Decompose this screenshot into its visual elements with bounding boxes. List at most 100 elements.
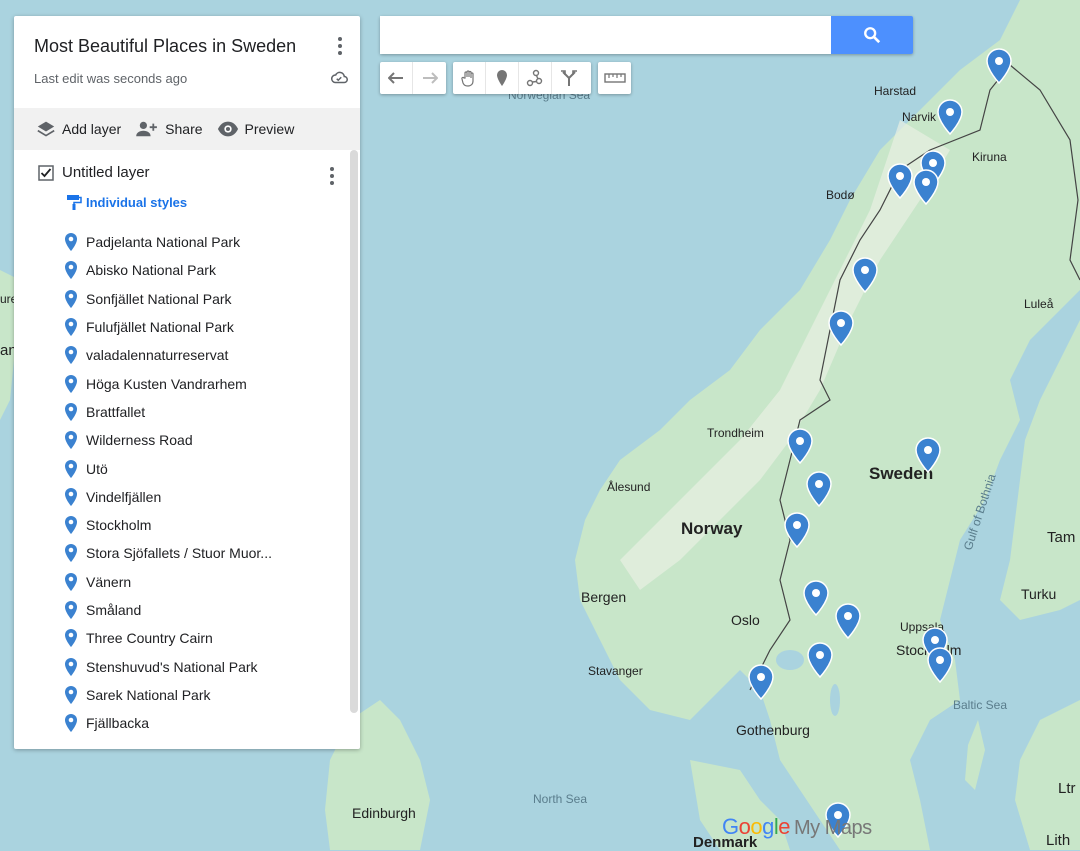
place-list-item[interactable]: Vänern <box>64 568 272 596</box>
preview-button[interactable]: Preview <box>217 121 294 137</box>
add-layer-button[interactable]: Add layer <box>36 120 121 138</box>
place-marker-icon <box>65 289 77 308</box>
map-title[interactable]: Most Beautiful Places in Sweden <box>34 36 340 57</box>
place-name: Sonfjället National Park <box>86 290 232 307</box>
place-list-item[interactable]: Brattfallet <box>64 398 272 426</box>
lake-vanern <box>776 650 804 670</box>
add-marker-button[interactable] <box>486 62 519 94</box>
undo-button[interactable] <box>380 62 413 94</box>
pan-tool-button[interactable] <box>453 62 486 94</box>
individual-styles-link[interactable]: Individual styles <box>66 194 187 210</box>
place-list-item[interactable]: Stenshuvud's National Park <box>64 652 272 680</box>
place-name: Wilderness Road <box>86 432 193 449</box>
place-list-item[interactable]: Stora Sjöfallets / Stuor Muor... <box>64 539 272 567</box>
place-name: Sarek National Park <box>86 686 211 703</box>
map-options-menu-icon[interactable] <box>330 34 350 58</box>
google-wordmark-letter: o <box>750 814 763 839</box>
google-wordmark: Google <box>722 814 791 839</box>
search-input[interactable] <box>380 16 831 54</box>
draw-line-button[interactable] <box>519 62 552 94</box>
map-pin[interactable] <box>852 257 878 294</box>
label-turku: Turku <box>1021 586 1057 602</box>
place-list-item[interactable]: Sonfjället National Park <box>64 285 272 313</box>
label-ltr: Ltr <box>1058 780 1076 797</box>
places-list: Padjelanta National Park Abisko National … <box>64 228 272 737</box>
search-button[interactable] <box>831 16 913 54</box>
layer-name[interactable]: Untitled layer <box>62 164 150 181</box>
map-pin[interactable] <box>828 310 854 347</box>
map-pin-marker-icon <box>784 512 810 549</box>
layer-visibility-checkbox[interactable] <box>38 164 54 181</box>
layer-options-menu-icon[interactable] <box>322 164 342 188</box>
place-name: Stenshuvud's National Park <box>86 658 258 675</box>
map-pin[interactable] <box>937 99 963 136</box>
google-wordmark-letter: o <box>738 814 751 839</box>
search-box <box>380 16 913 54</box>
map-pin[interactable] <box>986 48 1012 85</box>
add-layer-label: Add layer <box>62 121 122 137</box>
label-bergen: Bergen <box>581 589 627 605</box>
measure-tools <box>598 62 631 94</box>
place-list-item[interactable]: Wilderness Road <box>64 426 272 454</box>
measure-distance-button[interactable] <box>598 62 631 94</box>
place-list-item[interactable]: Höga Kusten Vandrarhem <box>64 369 272 397</box>
place-marker-icon <box>65 516 77 535</box>
marker-icon <box>497 70 507 86</box>
label-tam: Tam <box>1047 529 1076 546</box>
place-list-item[interactable]: Sarek National Park <box>64 681 272 709</box>
share-button[interactable]: Share <box>135 120 203 138</box>
place-marker-icon <box>65 714 77 733</box>
place-name: Stora Sjöfallets / Stuor Muor... <box>86 545 272 562</box>
map-pin[interactable] <box>927 647 953 684</box>
map-pin[interactable] <box>915 437 941 474</box>
label-trondheim: Trondheim <box>707 426 764 440</box>
label-gothenburg: Gothenburg <box>736 722 810 738</box>
place-list-item[interactable]: Three Country Cairn <box>64 624 272 652</box>
map-pin-marker-icon <box>787 428 813 465</box>
label-norway: Norway <box>681 519 743 538</box>
place-list-item[interactable]: Stockholm <box>64 511 272 539</box>
map-pin[interactable] <box>784 512 810 549</box>
redo-button[interactable] <box>413 62 446 94</box>
map-pin[interactable] <box>913 169 939 206</box>
label-baltic-sea: Baltic Sea <box>953 698 1008 712</box>
lake-vattern <box>830 684 840 716</box>
place-name: Utö <box>86 460 108 477</box>
panel-scrollbar[interactable] <box>350 150 358 713</box>
place-list-item[interactable]: Vindelfjällen <box>64 483 272 511</box>
map-pin[interactable] <box>787 428 813 465</box>
drawing-tools <box>453 62 591 94</box>
share-label: Share <box>165 121 203 137</box>
label-bodo: Bodø <box>826 188 855 202</box>
map-pin[interactable] <box>803 580 829 617</box>
place-name: valadalennaturreservat <box>86 347 229 364</box>
undo-icon <box>388 72 403 84</box>
layer-header: Untitled layer <box>38 164 150 181</box>
directions-button[interactable] <box>552 62 585 94</box>
place-list-item[interactable]: Fjällbacka <box>64 709 272 737</box>
place-marker-icon <box>65 233 77 252</box>
map-pin[interactable] <box>835 603 861 640</box>
place-list-item[interactable]: Småland <box>64 596 272 624</box>
map-pin[interactable] <box>807 642 833 679</box>
map-pin-marker-icon <box>807 642 833 679</box>
place-marker-icon <box>65 402 77 421</box>
cloud-saved-icon <box>330 71 348 84</box>
place-name: Vänern <box>86 573 132 590</box>
label-narvik: Narvik <box>902 110 937 124</box>
map-pin[interactable] <box>887 163 913 200</box>
map-pin-marker-icon <box>927 647 953 684</box>
map-pin[interactable] <box>806 471 832 508</box>
place-list-item[interactable]: valadalennaturreservat <box>64 341 272 369</box>
place-list-item[interactable]: Fulufjället National Park <box>64 313 272 341</box>
map-pin[interactable] <box>748 664 774 701</box>
place-name: Småland <box>86 602 142 618</box>
place-list-item[interactable]: Padjelanta National Park <box>64 228 272 256</box>
label-lulea: Luleå <box>1024 297 1054 311</box>
map-pin-marker-icon <box>828 310 854 347</box>
label-alesund: Ålesund <box>607 480 651 494</box>
place-list-item[interactable]: Abisko National Park <box>64 256 272 284</box>
place-marker-icon <box>65 374 77 393</box>
place-list-item[interactable]: Utö <box>64 454 272 482</box>
place-name: Abisko National Park <box>86 262 216 279</box>
